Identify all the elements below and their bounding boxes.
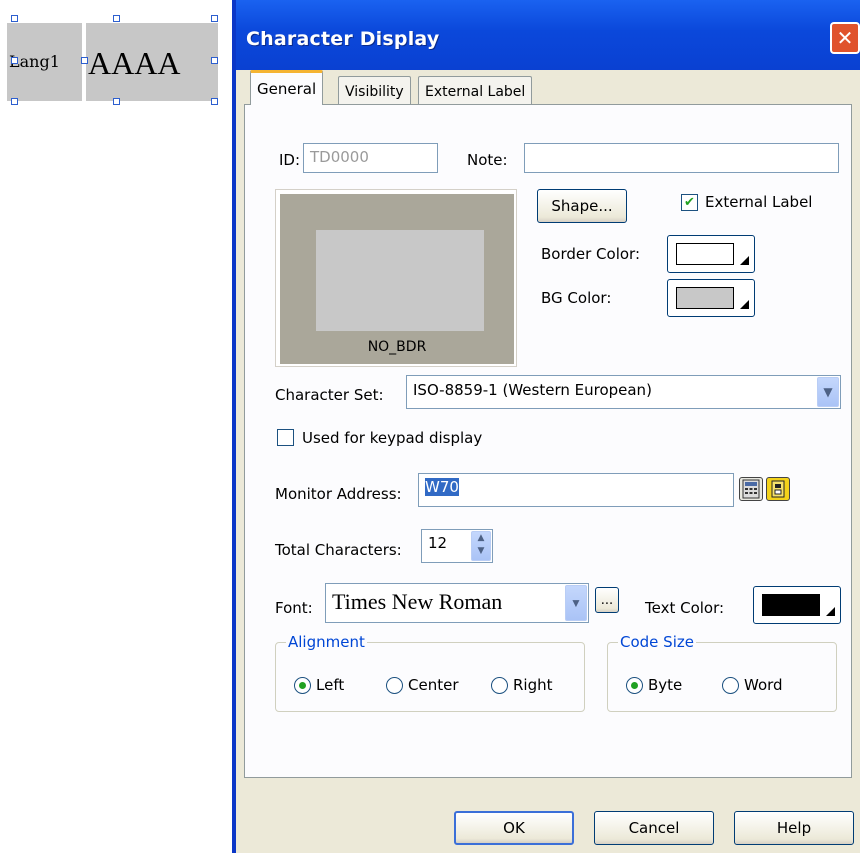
- note-field[interactable]: [524, 143, 839, 173]
- general-tab-panel: ID: TD0000 Note: NO_BDR Shape... ✔ Exter…: [244, 104, 852, 778]
- shape-preview-fill: [316, 230, 484, 331]
- monitor-address-field[interactable]: W70: [418, 473, 734, 507]
- tab-general[interactable]: General: [250, 70, 324, 105]
- shape-preview: NO_BDR: [275, 189, 517, 367]
- character-display-text: AAAA: [88, 45, 181, 81]
- total-characters-spinner[interactable]: ▲ ▼: [471, 531, 491, 561]
- code-size-word-radio[interactable]: [722, 677, 739, 694]
- total-characters-label: Total Characters:: [275, 541, 402, 559]
- resize-handle-top-center[interactable]: [113, 15, 120, 22]
- keypad-display-checkbox[interactable]: [277, 429, 294, 446]
- dropdown-arrow-icon: [740, 300, 749, 309]
- monitor-address-label: Monitor Address:: [275, 485, 402, 503]
- character-display-object[interactable]: AAAA: [86, 23, 218, 101]
- help-button[interactable]: Help: [734, 811, 854, 845]
- character-set-value: ISO-8859-1 (Western European): [413, 381, 652, 399]
- dialog-title: Character Display: [246, 28, 440, 50]
- text-color-label: Text Color:: [645, 599, 725, 617]
- resize-handle-middle-right[interactable]: [211, 57, 218, 64]
- bg-color-swatch: [676, 287, 734, 309]
- font-select[interactable]: Times New Roman ▼: [325, 583, 589, 623]
- resize-handle-bottom-left[interactable]: [11, 98, 18, 105]
- cancel-button-label: Cancel: [628, 819, 680, 837]
- dropdown-arrow-icon: [740, 256, 749, 265]
- alignment-left-radio[interactable]: [294, 677, 311, 694]
- code-size-group-title: Code Size: [618, 633, 696, 651]
- code-size-byte-label: Byte: [648, 676, 683, 694]
- border-color-swatch: [676, 243, 734, 265]
- character-display-dialog: Character Display ✕ General Visibility E…: [232, 0, 860, 853]
- alignment-right-label: Right: [513, 676, 553, 694]
- monitor-address-value: W70: [425, 478, 459, 496]
- keypad-display-checkbox-label: Used for keypad display: [302, 429, 483, 447]
- tab-external-label-label: External Label: [425, 84, 526, 100]
- id-label: ID:: [279, 151, 301, 169]
- help-button-label: Help: [776, 819, 812, 837]
- spin-down-icon: ▼: [477, 546, 485, 556]
- font-value: Times New Roman: [332, 589, 503, 614]
- bg-color-label: BG Color:: [541, 289, 612, 307]
- shape-button-label: Shape...: [551, 197, 613, 215]
- cancel-button[interactable]: Cancel: [594, 811, 714, 845]
- resize-handle-middle-inner[interactable]: [81, 57, 88, 64]
- font-more-button-label: ...: [600, 592, 614, 608]
- dialog-titlebar[interactable]: Character Display ✕: [236, 0, 860, 77]
- dropdown-arrow-icon: [826, 607, 835, 616]
- external-label-checkbox-label: External Label: [705, 193, 813, 211]
- font-label: Font:: [275, 599, 313, 617]
- character-set-select[interactable]: ISO-8859-1 (Western European) ▼: [406, 375, 841, 409]
- shape-preview-border: NO_BDR: [280, 194, 514, 364]
- code-size-word-label: Word: [744, 676, 783, 694]
- total-characters-value: 12: [428, 534, 448, 552]
- external-label-checkbox[interactable]: ✔: [681, 194, 698, 211]
- calculator-icon[interactable]: [739, 477, 763, 501]
- bg-color-button[interactable]: [667, 279, 755, 317]
- ok-button-label: OK: [503, 819, 525, 837]
- alignment-center-label: Center: [408, 676, 459, 694]
- resize-handle-bottom-center[interactable]: [113, 98, 120, 105]
- code-size-byte-radio[interactable]: [626, 677, 643, 694]
- tab-visibility-label: Visibility: [345, 84, 404, 100]
- resize-handle-top-right[interactable]: [211, 15, 218, 22]
- text-color-button[interactable]: [753, 586, 841, 624]
- design-canvas[interactable]: Lang1 AAAA: [0, 0, 232, 853]
- checkmark-icon: ✔: [684, 195, 695, 210]
- resize-handle-middle-left[interactable]: [11, 57, 18, 64]
- chevron-down-icon[interactable]: ▼: [565, 585, 587, 621]
- ok-button[interactable]: OK: [454, 811, 574, 845]
- alignment-center-radio[interactable]: [386, 677, 403, 694]
- border-color-label: Border Color:: [541, 245, 641, 263]
- font-more-button[interactable]: ...: [595, 587, 619, 613]
- close-icon: ✕: [836, 26, 854, 50]
- resize-handle-top-left[interactable]: [11, 15, 18, 22]
- close-button[interactable]: ✕: [830, 22, 860, 54]
- alignment-left-label: Left: [316, 676, 345, 694]
- code-size-group: Code Size Byte Word: [607, 633, 837, 712]
- dialog-client-area: General Visibility External Label ID: TD…: [236, 70, 860, 853]
- alignment-group: Alignment Left Center Right: [275, 633, 585, 712]
- alignment-right-radio[interactable]: [491, 677, 508, 694]
- alignment-group-title: Alignment: [286, 633, 367, 651]
- tab-general-label: General: [257, 80, 317, 98]
- border-color-button[interactable]: [667, 235, 755, 273]
- chevron-down-icon[interactable]: ▼: [817, 377, 839, 407]
- text-color-swatch: [762, 594, 820, 616]
- character-set-label: Character Set:: [275, 386, 384, 404]
- resize-handle-bottom-right[interactable]: [211, 98, 218, 105]
- note-label: Note:: [467, 151, 508, 169]
- id-field: TD0000: [303, 143, 438, 173]
- spin-up-icon: ▲: [477, 533, 485, 543]
- shape-preview-caption: NO_BDR: [367, 339, 427, 355]
- address-tag-icon[interactable]: [766, 477, 790, 501]
- shape-button[interactable]: Shape...: [537, 189, 627, 223]
- language-label-object[interactable]: Lang1: [7, 23, 82, 101]
